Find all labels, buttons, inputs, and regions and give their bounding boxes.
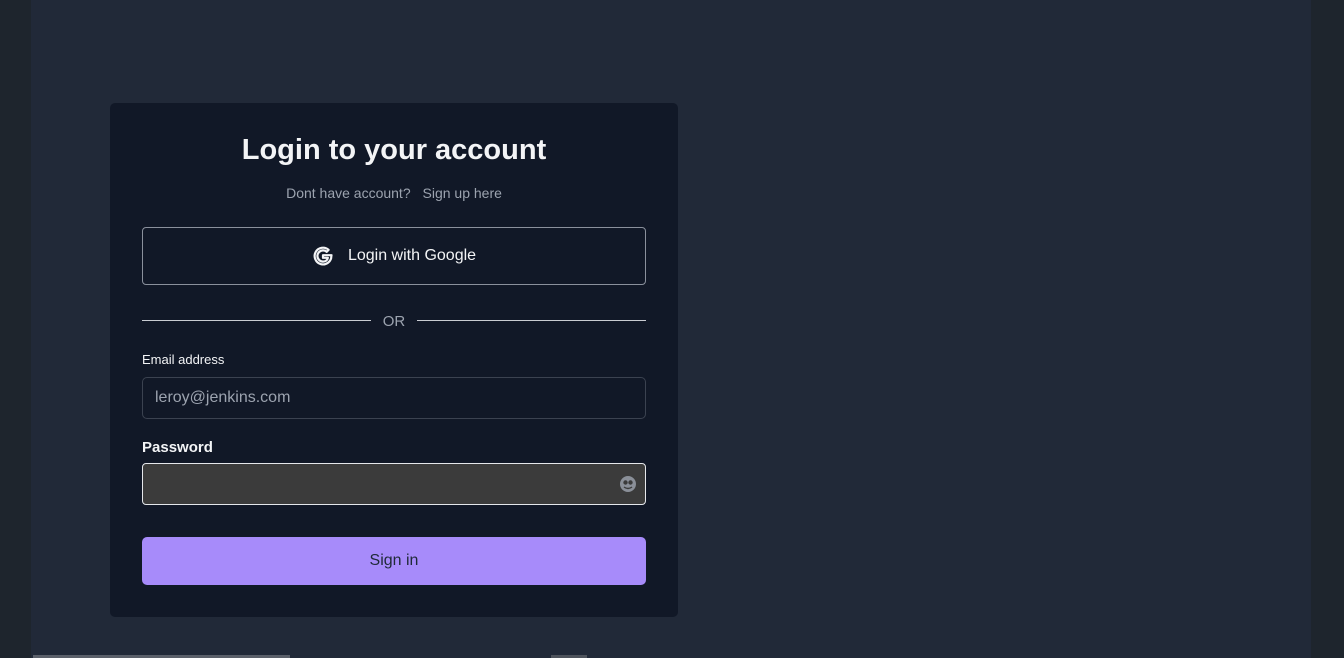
google-icon: [313, 246, 333, 266]
or-divider: OR: [142, 313, 646, 330]
sign-in-button[interactable]: Sign in: [142, 537, 646, 585]
page-background: Login to your account Dont have account?…: [31, 0, 1311, 658]
right-gutter: [1311, 0, 1344, 658]
password-manager-icon[interactable]: [619, 475, 637, 493]
email-label: Email address: [142, 352, 225, 367]
google-button-label: Login with Google: [347, 247, 477, 264]
divider-line-right: [417, 320, 646, 321]
password-field[interactable]: [142, 463, 646, 505]
password-label: Password: [142, 439, 213, 456]
login-title: Login to your account: [241, 134, 547, 166]
login-with-google-button[interactable]: Login with Google: [142, 227, 646, 285]
login-card: Login to your account Dont have account?…: [110, 103, 678, 617]
email-field[interactable]: [142, 377, 646, 419]
signup-link[interactable]: Sign up here: [423, 185, 502, 201]
password-field-wrapper: [142, 463, 646, 505]
no-account-text: Dont have account?: [286, 185, 411, 201]
left-gutter: [0, 0, 31, 658]
signup-prompt: Dont have account? Sign up here: [110, 185, 678, 201]
divider-text: OR: [382, 313, 406, 330]
